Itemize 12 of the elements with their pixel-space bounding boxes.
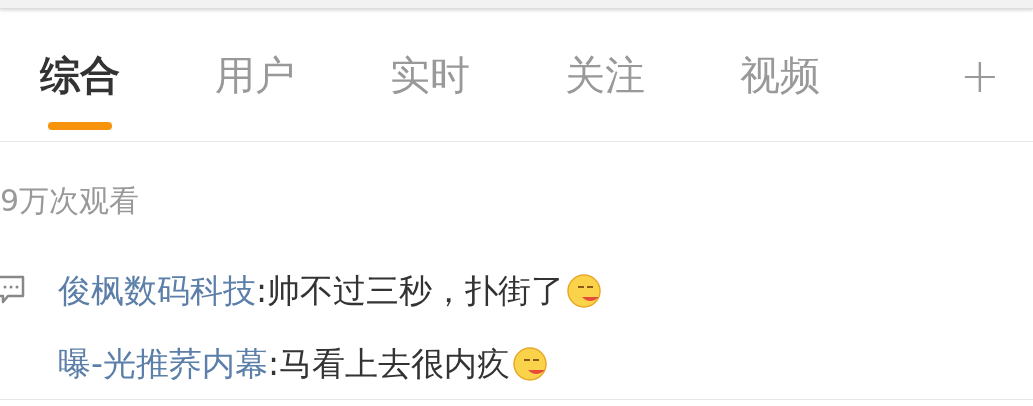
- comment-text: :马看上去很内疚: [267, 343, 511, 385]
- view-count: 9万次观看: [0, 182, 141, 220]
- tab[interactable]: 视频: [740, 13, 820, 131]
- tab[interactable]: 实时: [390, 13, 470, 131]
- tab[interactable]: 关注: [565, 13, 645, 131]
- comment-text: :帅不过三秒，扑街了: [256, 270, 565, 312]
- add-tab-button[interactable]: +: [959, 13, 1000, 137]
- tab[interactable]: 综合: [40, 13, 120, 131]
- username-link[interactable]: 曝-光推荞内幕: [58, 342, 268, 387]
- tab[interactable]: 用户: [215, 13, 295, 131]
- username-link[interactable]: 俊枫数码科技: [58, 269, 256, 314]
- active-tab-indicator: [48, 122, 112, 130]
